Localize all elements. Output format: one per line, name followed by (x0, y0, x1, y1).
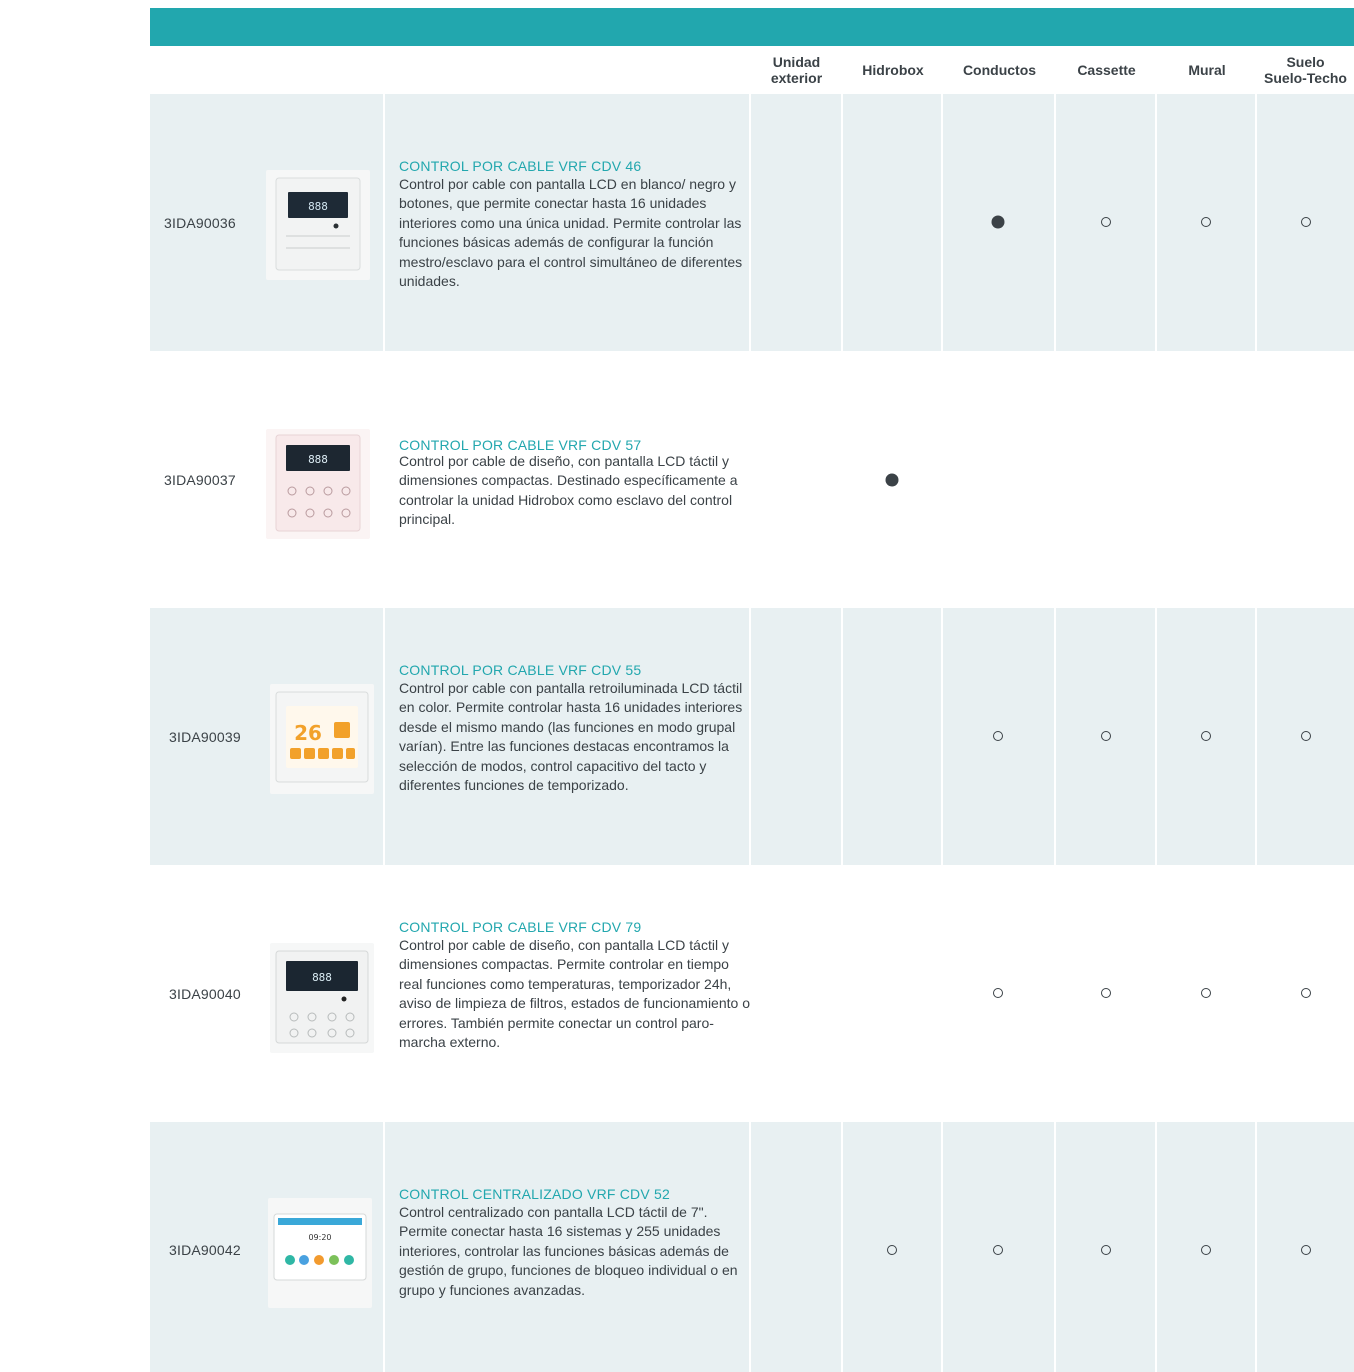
display-time: 09:20 (308, 1233, 331, 1242)
divider (1054, 94, 1056, 351)
availability-optional-dot (1301, 988, 1311, 998)
availability-full-dot (991, 215, 1005, 229)
availability-optional-dot (1101, 731, 1111, 741)
table-row: 3IDA90040 888 CONTROL POR CABLE VRF CDV … (0, 865, 1354, 1122)
availability-optional-dot (993, 988, 1003, 998)
product-title: CONTROL POR CABLE VRF CDV 55 (399, 662, 642, 678)
product-text: Control por cable con pantalla retroilum… (399, 680, 743, 794)
availability-optional-dot (1101, 988, 1111, 998)
divider (941, 94, 943, 351)
table-header: Unidad exterior Hidrobox Conductos Casse… (150, 46, 1354, 95)
product-code: 3IDA90036 (164, 215, 236, 231)
col-hidrobox: Hidrobox (843, 46, 943, 94)
availability-optional-dot (887, 1245, 897, 1255)
table-row: 3IDA90039 26 CONTROL POR CABLE VRF CDV 5… (0, 608, 1354, 865)
wired-controller-lcd-icon: 888 (266, 170, 370, 280)
col-cassette: Cassette (1056, 46, 1157, 94)
divider (1155, 1122, 1157, 1372)
col-label: Mural (1188, 62, 1226, 78)
table-row: 3IDA90042 09:20 CONTROL CENTRALIZADO VRF… (0, 1122, 1354, 1372)
product-description: CONTROL POR CABLE VRF CDV 79 Control por… (399, 919, 754, 1052)
display-temp: 26 (294, 721, 322, 745)
col-label: Unidad exterior (770, 54, 823, 86)
availability-optional-dot (1301, 217, 1311, 227)
divider (1054, 608, 1056, 865)
product-text: Control centralizado con pantalla LCD tá… (399, 1204, 738, 1298)
col-mural: Mural (1157, 46, 1257, 94)
divider (841, 608, 843, 865)
divider (941, 608, 943, 865)
col-suelo: Suelo Suelo-Techo (1257, 46, 1354, 94)
product-title: CONTROL POR CABLE VRF CDV 79 (399, 919, 642, 935)
wired-controller-lcd-icon: 888 (270, 943, 374, 1053)
availability-optional-dot (993, 1245, 1003, 1255)
availability-optional-dot (1201, 988, 1211, 998)
product-title: CONTROL CENTRALIZADO VRF CDV 52 (399, 1186, 670, 1202)
product-description: CONTROL POR CABLE VRF CDV 55 Control por… (399, 662, 754, 795)
wired-controller-pink-icon: 888 (266, 429, 370, 539)
centralized-touch-controller-icon: 09:20 (268, 1198, 372, 1308)
divider (383, 608, 385, 865)
product-description: CONTROL POR CABLE VRF CDV 46 Control por… (399, 158, 754, 291)
availability-optional-dot (1101, 217, 1111, 227)
color-touch-controller-icon: 26 (270, 684, 374, 794)
col-label: Suelo Suelo-Techo (1264, 54, 1347, 86)
divider (941, 1122, 943, 1372)
divider (841, 94, 843, 351)
availability-optional-dot (1201, 731, 1211, 741)
divider (1255, 94, 1257, 351)
svg-text:888: 888 (308, 453, 328, 466)
col-conductos: Conductos (943, 46, 1056, 94)
divider (383, 94, 385, 351)
product-code: 3IDA90039 (169, 729, 241, 745)
availability-optional-dot (993, 731, 1003, 741)
table-row: 3IDA90037 888 CONTROL POR CABLE VRF CDV … (0, 351, 1354, 608)
divider (841, 1122, 843, 1372)
col-label: Cassette (1077, 62, 1136, 78)
svg-text:888: 888 (312, 971, 332, 984)
col-unidad-exterior: Unidad exterior (750, 46, 843, 94)
table-row: 3IDA90036 888 CONTROL POR CABLE VRF CDV … (0, 94, 1354, 351)
divider (1155, 94, 1157, 351)
product-text: Control por cable de diseño, con pantall… (399, 937, 750, 1051)
divider (1255, 1122, 1257, 1372)
header-band (150, 8, 1354, 46)
col-label: Hidrobox (862, 62, 924, 78)
divider (1054, 1122, 1056, 1372)
availability-optional-dot (1301, 1245, 1311, 1255)
product-code: 3IDA90042 (169, 1242, 241, 1258)
product-description: CONTROL CENTRALIZADO VRF CDV 52 Control … (399, 1186, 754, 1300)
availability-optional-dot (1101, 1245, 1111, 1255)
svg-text:888: 888 (308, 200, 328, 213)
product-description: CONTROL POR CABLE VRF CDV 57 Control por… (399, 438, 754, 530)
product-text: Control por cable de diseño, con pantall… (399, 453, 738, 528)
availability-optional-dot (1201, 217, 1211, 227)
availability-optional-dot (1201, 1245, 1211, 1255)
divider (383, 1122, 385, 1372)
product-text: Control por cable con pantalla LCD en bl… (399, 176, 743, 290)
product-code: 3IDA90040 (169, 986, 241, 1002)
divider (1155, 608, 1157, 865)
availability-optional-dot (1301, 731, 1311, 741)
product-code: 3IDA90037 (164, 472, 236, 488)
col-label: Conductos (962, 62, 1037, 78)
divider (1255, 608, 1257, 865)
product-title: CONTROL POR CABLE VRF CDV 57 (399, 437, 642, 453)
availability-full-dot (885, 473, 899, 487)
product-title: CONTROL POR CABLE VRF CDV 46 (399, 158, 642, 174)
